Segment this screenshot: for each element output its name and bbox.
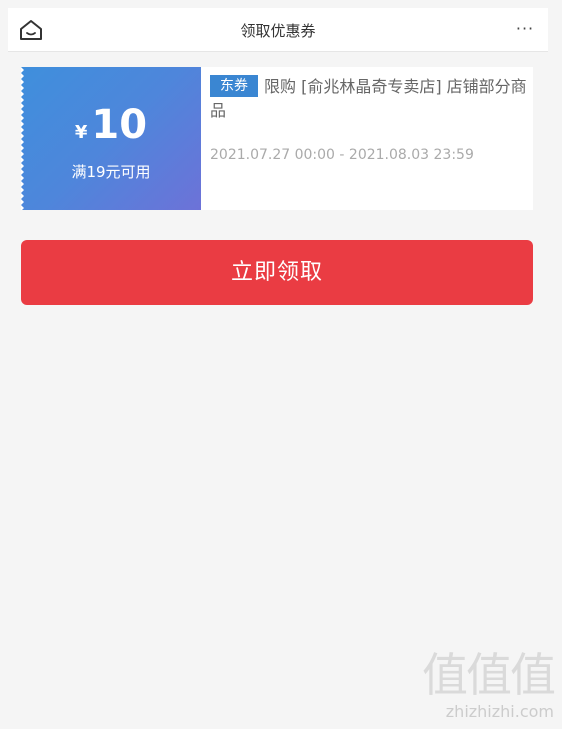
more-icon: ···	[515, 19, 535, 38]
coupon-threshold: 满19元可用	[71, 163, 151, 181]
page: 领取优惠券 ··· ¥10 满19元可用 东券 限购 [俞兆林晶奇专卖店] 店铺部…	[0, 0, 562, 729]
coupon-info: 东券 限购 [俞兆林晶奇专卖店] 店铺部分商品 2021.07.27 00:00 …	[210, 75, 527, 205]
coupon-validity: 2021.07.27 00:00 - 2021.08.03 23:59	[210, 147, 474, 163]
page-title: 领取优惠券	[240, 22, 316, 40]
coupon-amount: ¥10	[21, 103, 201, 147]
coupon-description-block: 东券 限购 [俞兆林晶奇专卖店] 店铺部分商品	[210, 75, 527, 123]
coupon-value-panel: ¥10 满19元可用	[21, 67, 201, 210]
top-bar: 领取优惠券 ···	[8, 8, 548, 52]
currency-symbol: ¥	[74, 122, 88, 143]
site-watermark: 值值值 zhizhizhi.com	[409, 648, 556, 721]
coupon-value: 10	[91, 102, 148, 148]
coupon-card: ¥10 满19元可用 东券 限购 [俞兆林晶奇专卖店] 店铺部分商品 2021.0…	[21, 67, 533, 210]
watermark-url: zhizhizhi.com	[445, 702, 554, 721]
coupon-type-badge: 东券	[210, 75, 258, 97]
claim-button[interactable]: 立即领取	[21, 240, 533, 305]
more-button[interactable]: ···	[512, 21, 538, 37]
watermark-logo: 值值值	[422, 648, 556, 702]
